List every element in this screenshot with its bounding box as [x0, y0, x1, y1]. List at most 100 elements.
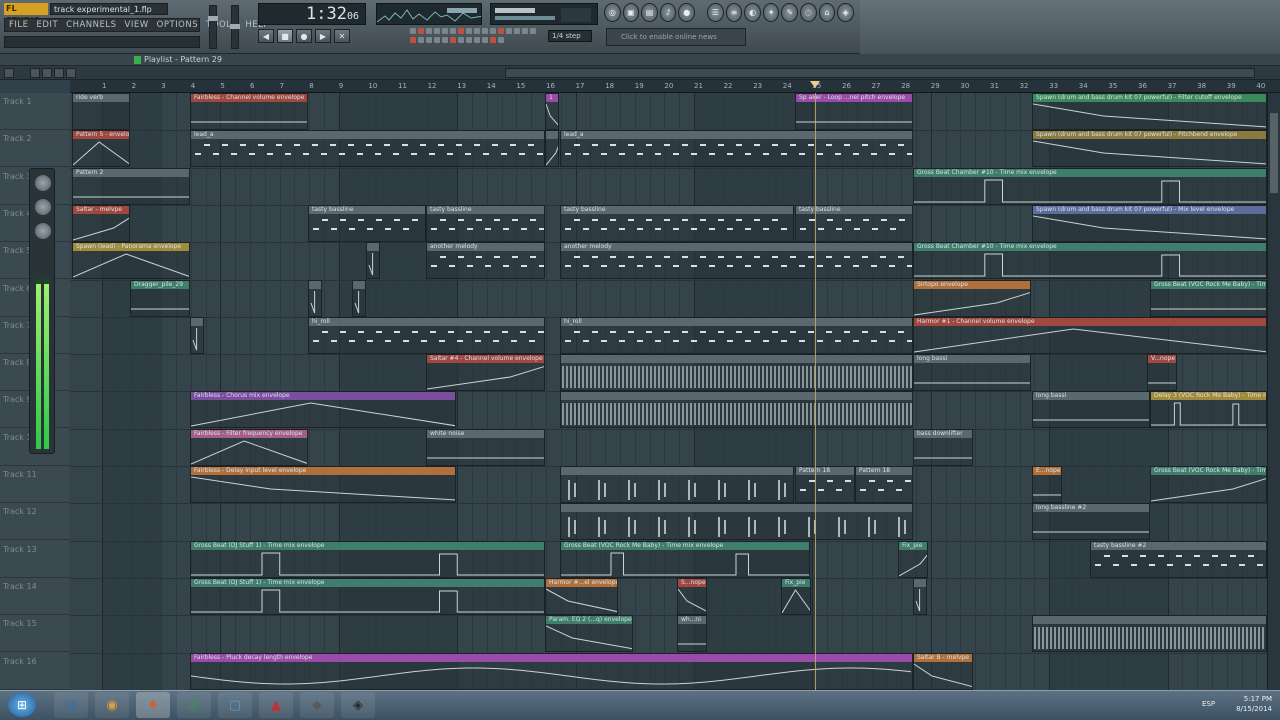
shortcut-icon[interactable]: ✎	[781, 3, 799, 22]
playlist-clip[interactable]: Spawn (lead) - Panorama envelope	[72, 242, 190, 280]
pattern-dot[interactable]	[530, 28, 536, 34]
shortcut-icon[interactable]: ≡	[725, 3, 743, 22]
pattern-dot[interactable]	[514, 28, 520, 34]
track-header[interactable]: Track 16	[0, 653, 70, 690]
start-button[interactable]: ⊞	[8, 693, 36, 717]
record-button[interactable]: ●	[296, 29, 312, 43]
track-header[interactable]: Track 12	[0, 503, 70, 541]
shortcut-icon[interactable]: ◌	[800, 3, 817, 22]
pattern-dot[interactable]	[490, 37, 496, 43]
playlist-clip[interactable]: Fix_pie	[898, 540, 928, 578]
pattern-dot[interactable]	[426, 28, 432, 34]
shortcut-icon[interactable]: ◈	[837, 3, 854, 22]
playlist-clip[interactable]: E...nope	[1032, 466, 1062, 503]
playlist-clip[interactable]	[308, 279, 322, 317]
tray-language[interactable]: ESP	[1202, 700, 1215, 708]
pattern-dot[interactable]	[466, 37, 472, 43]
playlist-clip[interactable]	[1032, 615, 1267, 653]
shortcut-icon[interactable]: ⌂	[818, 3, 836, 22]
playlist-clip[interactable]: hi_roll	[308, 316, 545, 354]
playlist-clip[interactable]: long bassi	[1032, 391, 1150, 429]
playlist-clip[interactable]: Saltar #4 - Channel volume envelope	[426, 354, 545, 392]
master-pitch-slider[interactable]	[230, 5, 240, 49]
track-header[interactable]: Track 13	[0, 541, 70, 578]
playlist-clip[interactable]: tasty bassline #2	[1090, 540, 1267, 578]
playlist-clip[interactable]: Pattern 5 - envelope	[72, 130, 130, 168]
pattern-dot[interactable]	[522, 28, 528, 34]
pattern-dot[interactable]	[482, 37, 488, 43]
pattern-dot[interactable]	[490, 28, 496, 34]
playlist-clip[interactable]: Saltar B - melvpe	[913, 652, 973, 690]
playlist-clip[interactable]: bass downlifter	[913, 428, 973, 466]
playlist-clip[interactable]: Fairbless - Pluck decay length envelope	[190, 652, 913, 690]
song-position-clock[interactable]: 1:3206	[258, 3, 366, 25]
playlist-clip[interactable]: ride verb	[72, 93, 130, 130]
delete-tool-icon[interactable]	[54, 68, 64, 78]
close-button[interactable]: ✕	[334, 29, 350, 43]
taskbar-app[interactable]: ▲	[259, 692, 293, 718]
playlist-clip[interactable]: tasty bassline	[795, 204, 913, 242]
playlist-clip[interactable]	[913, 577, 927, 615]
playlist-clip[interactable]: long bassline #2	[1032, 503, 1150, 541]
playlist-clip[interactable]: Sirtopo envelope	[913, 279, 1031, 317]
playlist-clip[interactable]: hi_roll	[560, 316, 913, 354]
playlist-clip[interactable]: Spawn (drum and bass drum kit 07 powerfu…	[1032, 204, 1267, 242]
shortcut-icon[interactable]: ☰	[707, 3, 724, 22]
playlist-clip[interactable]: Sp aker - Loop ...nel pitch envelope	[795, 93, 913, 130]
snap-select[interactable]: 1/4 step	[548, 30, 592, 42]
paint-tool-icon[interactable]	[42, 68, 52, 78]
playlist-clip[interactable]: long bassi	[913, 354, 1031, 392]
taskbar-app[interactable]: ▤	[54, 692, 88, 718]
taskbar-app[interactable]: ▢	[218, 692, 252, 718]
playlist-clip[interactable]: Pattern 18	[795, 466, 855, 503]
pattern-dot[interactable]	[506, 28, 512, 34]
pattern-dot[interactable]	[450, 37, 456, 43]
playlist-clip[interactable]: Spawn (drum and bass drum kit 07 powerfu…	[1032, 130, 1267, 168]
master-volume-knob[interactable]	[35, 175, 51, 191]
menu-file[interactable]: FILE	[9, 20, 29, 30]
playlist-clip[interactable]: Gross Beat (DJ Stuff 1) - Time mix envel…	[190, 540, 545, 578]
taskbar-app[interactable]: ◎	[177, 692, 211, 718]
playlist-clip[interactable]: Pattern 2	[72, 167, 190, 205]
shortcut-icon[interactable]: ▣	[622, 3, 640, 22]
pattern-dot[interactable]	[450, 28, 456, 34]
taskbar-app[interactable]: ◈	[341, 692, 375, 718]
play-button[interactable]: ▶	[315, 29, 331, 43]
pattern-dot[interactable]	[482, 28, 488, 34]
pattern-dot[interactable]	[458, 28, 464, 34]
shortcut-icon[interactable]: ♪	[659, 3, 677, 22]
playlist-clip[interactable]: Fix_pie	[781, 577, 811, 615]
pattern-dot[interactable]	[474, 37, 480, 43]
pattern-dot[interactable]	[498, 37, 504, 43]
playlist-clip[interactable]: wh...ni	[677, 615, 707, 653]
pattern-dot[interactable]	[474, 28, 480, 34]
playlist-clip[interactable]	[560, 466, 794, 503]
pattern-dot[interactable]	[418, 28, 424, 34]
master-volume-slider[interactable]	[208, 5, 218, 49]
pattern-dot[interactable]	[458, 37, 464, 43]
playlist-clip[interactable]	[560, 503, 913, 541]
playlist-clip[interactable]: S...nope	[677, 577, 707, 615]
playlist-clip[interactable]: tasty bassline	[308, 204, 426, 242]
playlist-clip[interactable]: white noise	[426, 428, 545, 466]
pattern-dot[interactable]	[442, 28, 448, 34]
playlist-clip[interactable]: Gross Beat Chamber #10 - Time mix envelo…	[913, 242, 1267, 280]
playlist-clip[interactable]: V...nope	[1147, 354, 1177, 392]
playlist-clip[interactable]: Gross Beat (VOC Rock Me Baby) - Time mix…	[560, 540, 810, 578]
menu-channels[interactable]: CHANNELS	[66, 20, 116, 30]
playlist-clip[interactable]: 1	[545, 93, 559, 130]
playlist-clip[interactable]: tasty bassline	[560, 204, 794, 242]
pattern-dot[interactable]	[434, 37, 440, 43]
menu-edit[interactable]: EDIT	[37, 20, 59, 30]
playlist-clip[interactable]: Delay 3 (VOC Rock Me Baby) - Time mix	[1150, 391, 1267, 429]
shortcut-icon[interactable]: ▤	[641, 3, 658, 22]
stop-button[interactable]: ■	[277, 29, 293, 43]
playlist-clip[interactable]: Fairbless - Chorus mix envelope	[190, 391, 456, 429]
track-header[interactable]: Track 14	[0, 578, 70, 615]
playlist-clip[interactable]	[560, 391, 913, 429]
pattern-dot[interactable]	[466, 28, 472, 34]
track-header[interactable]: Track 15	[0, 615, 70, 653]
taskbar-app[interactable]: ♦	[136, 692, 170, 718]
playlist-clip[interactable]: another melody	[560, 242, 913, 280]
playlist-clip[interactable]: Fairbless - Filter frequency envelope	[190, 428, 308, 466]
